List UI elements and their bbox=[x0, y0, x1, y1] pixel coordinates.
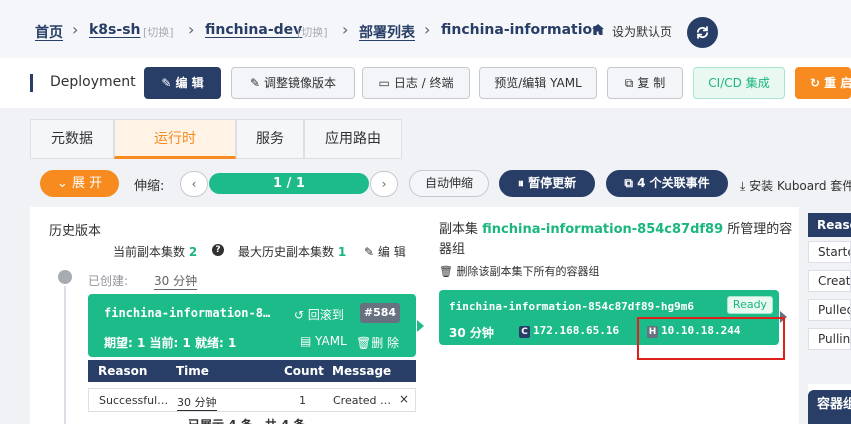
cluster-switch-link[interactable]: [切换] bbox=[143, 24, 174, 40]
breadcrumb: 首页 › k8s-sh [切换] › finchina-dev [切换] › 部… bbox=[0, 0, 851, 58]
scale-slider[interactable]: 1 / 1 bbox=[209, 173, 369, 194]
event-count: 1 bbox=[299, 394, 306, 407]
related-events-button[interactable]: ⧉ 4 个关联事件 bbox=[606, 170, 728, 197]
crumb-home[interactable]: 首页 bbox=[35, 22, 63, 42]
set-default-link[interactable]: 设为默认页 bbox=[612, 23, 672, 40]
autoscale-button[interactable]: 自动伸缩 bbox=[409, 170, 489, 197]
chevron-right-icon: › bbox=[72, 20, 79, 39]
col-count: Count bbox=[284, 364, 324, 378]
pod-age: 30 分钟 bbox=[449, 326, 494, 340]
scale-down-button[interactable]: ‹ bbox=[180, 171, 208, 197]
table-row: Successful… 30 分钟 1 Created … × bbox=[88, 388, 416, 412]
pod-group-title: 容器组 bbox=[808, 390, 851, 424]
delete-replicaset-button[interactable]: 🗑删 除 bbox=[356, 334, 399, 351]
download-icon: ⤓ bbox=[740, 179, 750, 193]
events-table-header: Reason Time Count Message bbox=[88, 360, 416, 382]
logs-terminal-button[interactable]: ▭ 日志 / 终端 bbox=[362, 67, 470, 99]
chevron-right-icon: › bbox=[424, 20, 431, 39]
current-replicasets: 当前副本集数 2 bbox=[113, 245, 198, 259]
max-history-replicasets: 最大历史副本集数 1 bbox=[238, 245, 347, 259]
history-title: 历史版本 bbox=[49, 224, 102, 239]
edit-button[interactable]: ✎ 编 辑 bbox=[144, 67, 221, 99]
created-time: 已创建: 30 分钟 bbox=[88, 274, 198, 290]
namespace-switch-link[interactable]: [切换] bbox=[297, 24, 328, 40]
help-icon[interactable]: ? bbox=[212, 244, 224, 256]
cicd-button[interactable]: CI/CD 集成 bbox=[693, 67, 785, 99]
replicaset-name: finchina-information-8… bbox=[104, 306, 271, 320]
revision-badge: #584 bbox=[360, 303, 400, 323]
pause-update-button[interactable]: ⏸ 暂停更新 bbox=[499, 170, 595, 197]
install-kuboard-link[interactable]: ⤓ 安装 Kuboard 套件 bbox=[740, 177, 851, 194]
crumb-cluster[interactable]: k8s-sh bbox=[89, 22, 141, 38]
tab-service[interactable]: 服务 bbox=[236, 119, 304, 159]
events-total: 已展示 4 条，共 4 条 bbox=[188, 416, 305, 424]
trash-icon: 🗑 bbox=[439, 265, 457, 278]
scale-label: 伸缩: bbox=[134, 179, 165, 194]
monitor-icon: ▭ bbox=[378, 76, 390, 90]
event-reason: Successful… bbox=[99, 394, 169, 407]
list-item: Pulling bbox=[808, 328, 851, 350]
delete-all-pods-link[interactable]: 🗑 删除该副本集下所有的容器组 bbox=[439, 263, 599, 279]
timeline-line bbox=[64, 286, 66, 424]
replicaset-card[interactable]: finchina-information-8… ↺ 回滚到 #584 期望: 1… bbox=[88, 294, 416, 357]
pod-name: finchina-information-854c87df89-hg9m6 bbox=[449, 300, 695, 313]
expand-button[interactable]: ⌄ 展 开 bbox=[40, 170, 119, 197]
col-time: Time bbox=[176, 364, 209, 378]
toolbar: Deployment ✎ 编 辑 ✎ 调整镜像版本 ▭ 日志 / 终端 预览/编辑 Y… bbox=[0, 58, 851, 108]
edit-icon: ✎ bbox=[364, 245, 378, 259]
crumb-current: finchina-information bbox=[441, 22, 603, 38]
scale-up-button[interactable]: › bbox=[370, 171, 398, 197]
replica-stats: 期望: 1 当前: 1 就绪: 1 bbox=[104, 336, 237, 350]
col-reason: Reason bbox=[98, 364, 148, 378]
crumb-deployment-list[interactable]: 部署列表 bbox=[359, 22, 415, 42]
list-item: Pulled bbox=[808, 299, 851, 321]
pause-icon: ⏸ bbox=[517, 176, 529, 190]
rollback-icon: ↺ bbox=[294, 308, 308, 322]
home-icon bbox=[592, 24, 604, 35]
yaml-button[interactable]: 预览/编辑 YAML bbox=[479, 67, 597, 99]
col-message: Message bbox=[332, 364, 392, 378]
refresh-icon bbox=[696, 26, 709, 39]
chevron-right-icon: › bbox=[188, 20, 195, 39]
close-icon[interactable]: × bbox=[399, 392, 409, 406]
restart-button[interactable]: ↻ 重 启 bbox=[795, 67, 851, 99]
right-events-header: Reason bbox=[808, 213, 851, 237]
view-yaml-button[interactable]: ▤ YAML bbox=[300, 334, 347, 348]
title-accent-bar bbox=[30, 74, 33, 92]
chevron-down-icon: ⌄ bbox=[56, 176, 72, 191]
copy-button[interactable]: ⧉ 复 制 bbox=[607, 67, 683, 99]
container-ip-icon: C bbox=[519, 326, 530, 338]
event-time: 30 分钟 bbox=[177, 396, 217, 411]
document-icon: ▤ bbox=[300, 334, 316, 348]
chevron-right-icon: › bbox=[342, 20, 349, 39]
rollback-button[interactable]: ↺ 回滚到 bbox=[294, 306, 344, 323]
edit-history-link[interactable]: ✎ 编 辑 bbox=[364, 243, 406, 260]
copy-icon: ⧉ bbox=[624, 76, 634, 90]
container-ip: C 172.168.65.16 bbox=[519, 324, 619, 338]
tab-runtime[interactable]: 运行时 bbox=[114, 119, 236, 159]
edit-icon: ✎ bbox=[249, 76, 261, 90]
refresh-button[interactable] bbox=[687, 17, 718, 48]
crumb-namespace[interactable]: finchina-dev bbox=[205, 22, 302, 38]
timeline-dot bbox=[58, 270, 72, 284]
replicaset-pods-title: 副本集 finchina-information-854c87df89 所管理的… bbox=[439, 222, 793, 257]
event-message: Created … bbox=[333, 394, 392, 407]
tab-metadata[interactable]: 元数据 bbox=[30, 119, 114, 159]
list-item: Started bbox=[808, 241, 851, 263]
edit-icon: ✎ bbox=[161, 76, 172, 90]
pod-group-panel: 容器组 bbox=[808, 384, 851, 424]
list-item: Created bbox=[808, 270, 851, 292]
resource-type-title: Deployment bbox=[50, 74, 136, 90]
host-ip-highlight-box bbox=[637, 317, 785, 360]
tab-ingress[interactable]: 应用路由 bbox=[304, 119, 402, 159]
trash-icon: 🗑 bbox=[356, 336, 372, 350]
refresh-icon: ↻ bbox=[810, 76, 821, 90]
card-connector-arrow bbox=[417, 320, 424, 332]
external-link-icon: ⧉ bbox=[624, 176, 638, 190]
status-badge: Ready bbox=[727, 296, 773, 314]
adjust-image-button[interactable]: ✎ 调整镜像版本 bbox=[231, 67, 355, 99]
